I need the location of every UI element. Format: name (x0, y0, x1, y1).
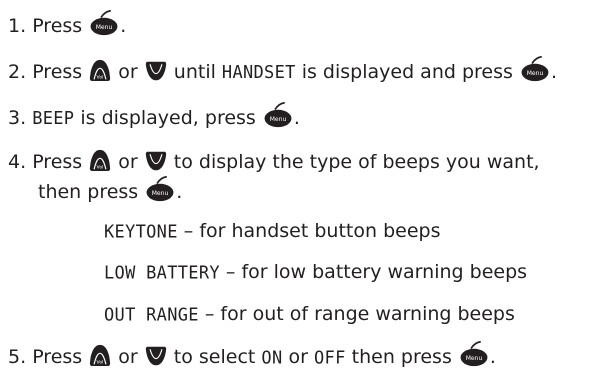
step-text: . (176, 181, 183, 203)
step-3: 3. BEEP is displayed, press . (8, 102, 300, 130)
option-low-battery: LOW BATTERY – for low battery warning be… (104, 259, 527, 285)
step-1: 1. Press . (8, 10, 127, 37)
step-text: . (550, 61, 557, 83)
step-4-continued: then press . (38, 176, 183, 203)
option-display-text: LOW BATTERY (104, 262, 220, 284)
step-text: . (293, 107, 300, 129)
step-text: is displayed and press (295, 61, 519, 83)
step-text: to select (167, 346, 262, 368)
option-out-range: OUT RANGE – for out of range warning bee… (104, 301, 515, 327)
option-description: – for out of range warning beeps (198, 303, 515, 325)
step-text: Press (32, 61, 89, 83)
step-number: 4. (8, 151, 27, 173)
step-text: or (282, 346, 314, 368)
down-button-icon (145, 345, 167, 367)
step-text: . (489, 346, 496, 368)
step-text: Press (32, 15, 89, 37)
menu-button-icon (263, 102, 293, 128)
step-text: or (112, 346, 144, 368)
step-text: . (120, 15, 127, 37)
step-text: then press (345, 346, 458, 368)
step-text: until (167, 61, 222, 83)
option-display-text: KEYTONE (104, 221, 178, 243)
display-text-on: ON (261, 347, 283, 369)
step-4: 4. Press or to display the type of beeps… (8, 148, 540, 174)
step-text: then press (38, 181, 145, 203)
option-keytone: KEYTONE – for handset button beeps (104, 218, 440, 244)
display-text-off: OFF (314, 347, 346, 369)
vol-up-button-icon (89, 343, 111, 367)
step-number: 3. (8, 107, 27, 129)
step-text: or (112, 61, 144, 83)
option-description: – for handset button beeps (177, 220, 441, 242)
option-display-text: OUT RANGE (104, 304, 199, 326)
vol-up-button-icon (89, 148, 111, 172)
step-text: is displayed, press (74, 107, 262, 129)
vol-up-button-icon (89, 58, 111, 82)
display-text-handset: HANDSET (221, 62, 296, 84)
step-5: 5. Press or to select ON or OFF then pre… (8, 341, 496, 369)
display-text-beep: BEEP (32, 108, 75, 130)
step-2: 2. Press or until HANDSET is displayed a… (8, 56, 557, 84)
step-number: 2. (8, 61, 27, 83)
menu-button-icon (459, 341, 489, 367)
step-text: to display the type of beeps you want, (167, 151, 540, 173)
down-button-icon (145, 60, 167, 82)
step-text: Press (32, 346, 89, 368)
menu-button-icon (145, 176, 175, 202)
step-number: 1. (8, 15, 27, 37)
down-button-icon (145, 150, 167, 172)
option-description: – for low battery warning beeps (219, 261, 528, 283)
step-text: Press (32, 151, 89, 173)
menu-button-icon (520, 56, 550, 82)
step-text: or (112, 151, 144, 173)
menu-button-icon (89, 10, 119, 36)
step-number: 5. (8, 346, 27, 368)
